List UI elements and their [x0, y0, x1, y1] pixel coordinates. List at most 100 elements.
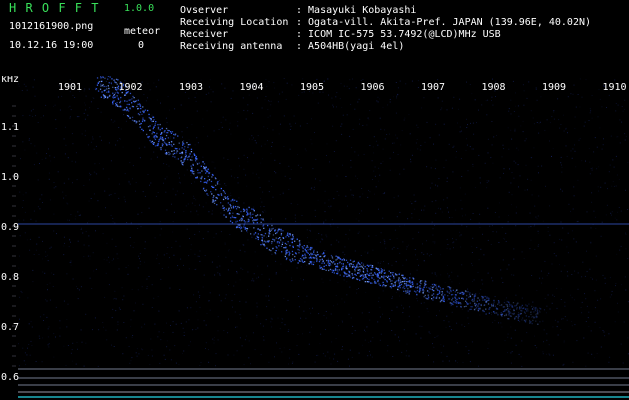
noise-pixel [290, 169, 292, 170]
noise-pixel [428, 331, 430, 333]
echo-pixel [298, 249, 300, 251]
noise-pixel [482, 283, 484, 285]
noise-pixel [227, 354, 229, 356]
noise-pixel [123, 114, 125, 116]
noise-pixel [252, 221, 254, 223]
echo-pixel [184, 146, 186, 148]
noise-pixel [350, 317, 352, 319]
noise-pixel [503, 237, 505, 239]
noise-pixel [305, 317, 307, 319]
noise-pixel [365, 291, 367, 293]
noise-pixel [69, 117, 71, 119]
echo-pixel [508, 314, 510, 316]
echo-pixel [359, 270, 361, 272]
echo-pixel [527, 310, 529, 312]
echo-pixel [204, 167, 206, 169]
noise-pixel [352, 196, 354, 198]
noise-pixel [533, 123, 535, 125]
echo-pixel [328, 269, 330, 272]
echo-pixel [271, 242, 273, 245]
noise-pixel [466, 118, 467, 120]
noise-pixel [402, 241, 404, 243]
noise-pixel [256, 306, 258, 308]
noise-pixel [324, 355, 326, 357]
echo-pixel [380, 270, 383, 272]
echo-pixel [272, 234, 275, 236]
echo-pixel [280, 234, 282, 236]
echo-pixel [394, 284, 396, 287]
noise-pixel [594, 357, 596, 359]
x-tick-label: 1910 [603, 82, 627, 93]
noise-pixel [194, 181, 196, 183]
echo-pixel [325, 264, 327, 266]
noise-pixel [287, 299, 289, 301]
echo-pixel [171, 131, 174, 133]
noise-pixel [229, 234, 231, 235]
noise-pixel [43, 314, 45, 316]
noise-pixel [327, 351, 329, 353]
noise-pixel [141, 348, 143, 350]
noise-pixel [444, 282, 446, 284]
echo-pixel [162, 139, 164, 142]
noise-pixel [83, 256, 85, 258]
noise-pixel [231, 300, 233, 302]
echo-pixel [348, 272, 351, 274]
echo-pixel [322, 261, 324, 263]
echo-pixel [517, 302, 519, 304]
noise-pixel [466, 138, 467, 140]
echo-pixel [474, 293, 477, 295]
echo-pixel [188, 155, 190, 157]
noise-pixel [219, 183, 221, 185]
noise-pixel [329, 279, 331, 281]
noise-pixel [435, 123, 437, 125]
echo-pixel [198, 162, 200, 164]
noise-pixel [202, 126, 204, 128]
noise-pixel [128, 182, 130, 184]
echo-pixel [360, 265, 362, 267]
noise-pixel [336, 92, 338, 94]
noise-pixel [194, 253, 196, 255]
noise-pixel [217, 272, 219, 274]
noise-pixel [70, 241, 71, 243]
noise-pixel [209, 292, 211, 294]
noise-pixel [500, 269, 502, 271]
noise-pixel [311, 118, 312, 120]
noise-pixel [398, 336, 399, 338]
noise-pixel [135, 302, 136, 304]
noise-pixel [205, 324, 207, 326]
location-value: : Ogata-vill. Akita-Pref. JAPAN (139.96E… [296, 17, 592, 28]
noise-pixel [620, 343, 622, 345]
echo-pixel [141, 113, 143, 115]
noise-pixel [597, 186, 599, 188]
echo-pixel [260, 221, 262, 223]
noise-pixel [513, 111, 515, 112]
noise-pixel [251, 235, 253, 237]
noise-pixel [90, 174, 92, 175]
noise-pixel [253, 234, 255, 236]
echo-pixel [535, 314, 538, 316]
noise-pixel [62, 191, 64, 193]
noise-pixel [211, 261, 213, 263]
noise-pixel [256, 302, 258, 304]
noise-pixel [239, 337, 241, 339]
echo-pixel [352, 266, 354, 268]
noise-pixel [225, 294, 227, 296]
echo-pixel [205, 190, 207, 192]
echo-pixel [386, 280, 388, 282]
noise-pixel [551, 263, 553, 265]
echo-pixel [227, 196, 229, 198]
echo-pixel [320, 266, 323, 269]
noise-pixel [532, 117, 534, 119]
noise-pixel [28, 344, 30, 345]
noise-pixel [19, 296, 21, 298]
echo-pixel [285, 243, 288, 245]
noise-pixel [46, 153, 47, 154]
echo-pixel [162, 143, 164, 146]
noise-pixel [523, 258, 525, 260]
echo-pixel [357, 266, 359, 268]
echo-pixel [261, 239, 263, 241]
noise-pixel [66, 319, 68, 320]
echo-pixel [243, 220, 245, 222]
noise-pixel [586, 211, 588, 213]
noise-pixel [383, 261, 384, 262]
